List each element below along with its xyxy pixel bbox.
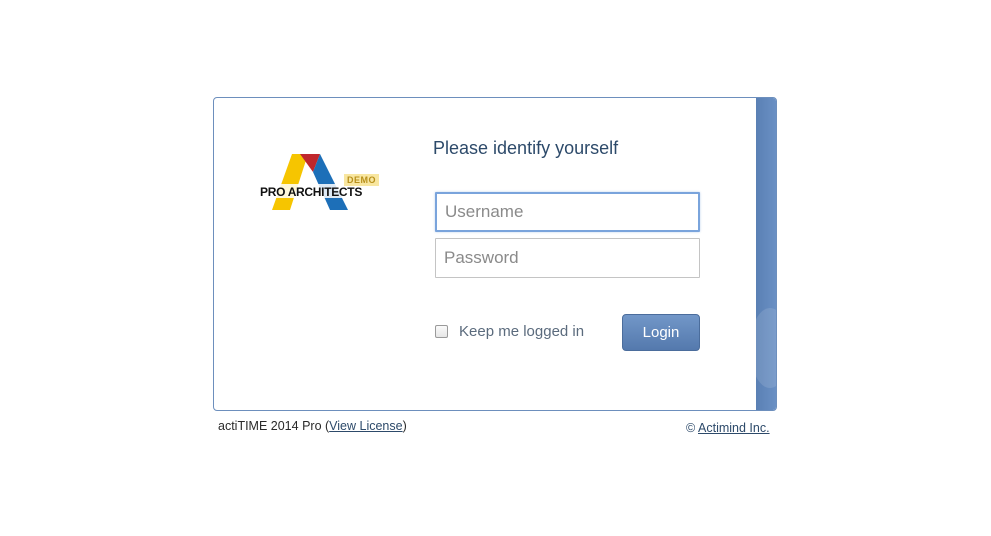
view-license-link[interactable]: View License: [329, 419, 402, 433]
keep-logged-in-label: Keep me logged in: [459, 323, 585, 340]
logo-name: PRO ARCHITECTS: [260, 185, 363, 199]
keep-logged-in-checkbox[interactable]: [435, 325, 448, 338]
copyright-symbol: ©: [686, 421, 696, 435]
page-title: Please identify yourself: [433, 138, 619, 158]
company-link[interactable]: Actimind Inc.: [698, 421, 770, 435]
password-input[interactable]: [435, 238, 700, 278]
login-button[interactable]: Login: [622, 314, 700, 351]
username-input[interactable]: [435, 192, 700, 232]
company-logo: PRO ARCHITECTS DEMO: [260, 152, 382, 212]
footer-version: actiTIME 2014 Pro (View License): [218, 419, 407, 433]
side-stripe: [750, 98, 776, 410]
version-text: actiTIME 2014 Pro: [218, 419, 322, 433]
demo-badge: DEMO: [344, 174, 379, 186]
login-panel: PRO ARCHITECTS DEMO Please identify your…: [213, 97, 777, 411]
keep-logged-in-option[interactable]: Keep me logged in: [435, 323, 584, 340]
footer-copyright: © Actimind Inc.: [686, 421, 770, 435]
